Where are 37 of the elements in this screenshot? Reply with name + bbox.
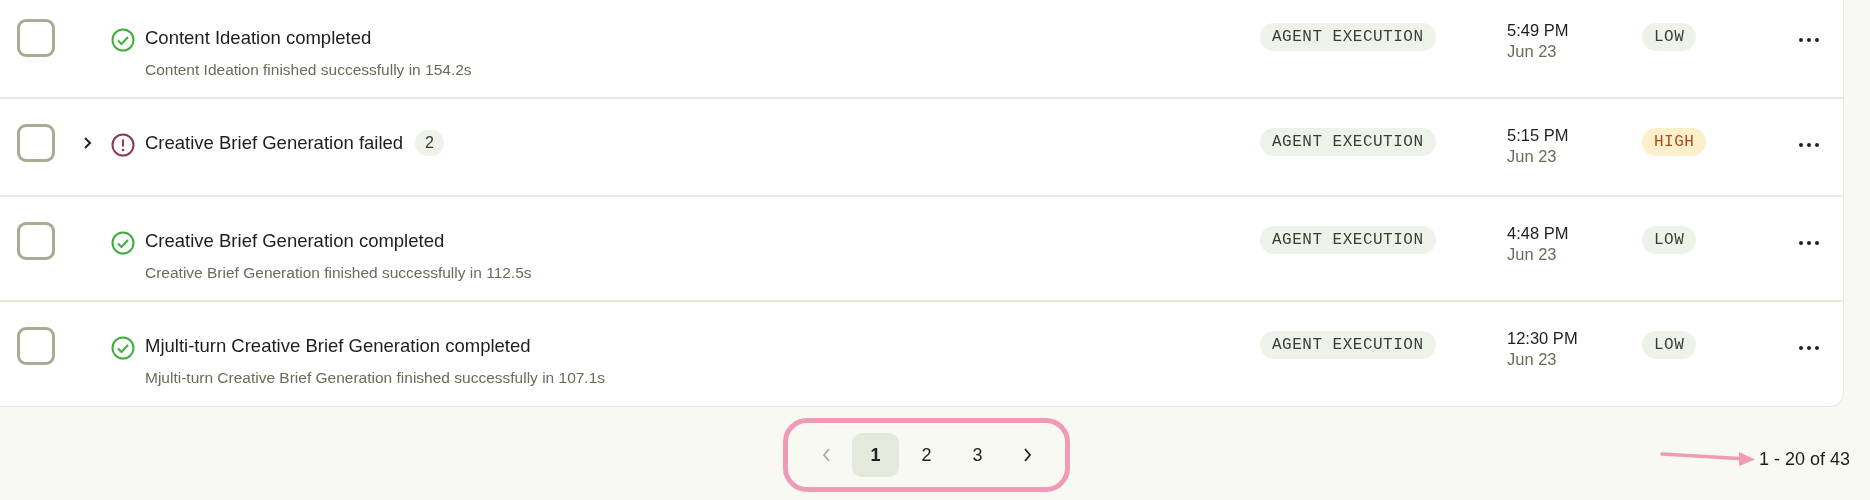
checkbox[interactable] [17, 19, 55, 57]
checkbox[interactable] [17, 124, 55, 162]
more-icon[interactable] [1798, 240, 1820, 246]
event-time: 5:49 PM [1507, 21, 1570, 40]
event-title: Content Ideation completed [145, 27, 372, 49]
type-tag: AGENT EXECUTION [1260, 331, 1436, 359]
type-tag: AGENT EXECUTION [1260, 128, 1436, 156]
type-tag: AGENT EXECUTION [1260, 226, 1436, 254]
priority-tag: HIGH [1642, 128, 1707, 156]
event-time: 4:48 PM [1507, 224, 1570, 243]
event-description: Content Ideation finished successfully in 154.2s [145, 61, 473, 79]
checkbox[interactable] [17, 327, 55, 365]
event-time: 12:30 PM [1507, 329, 1579, 348]
priority-tag: LOW [1642, 226, 1697, 254]
page-button[interactable]: 1 [852, 433, 899, 477]
event-date: Jun 23 [1507, 147, 1558, 166]
event-time: 5:15 PM [1507, 126, 1570, 145]
more-icon[interactable] [1798, 37, 1820, 43]
event-date: Jun 23 [1507, 42, 1558, 61]
priority-tag: LOW [1642, 23, 1697, 51]
more-icon[interactable] [1798, 142, 1820, 148]
page-button[interactable]: 3 [954, 433, 1001, 477]
type-tag: AGENT EXECUTION [1260, 23, 1436, 51]
priority-tag: LOW [1642, 331, 1697, 359]
chevron-right-icon[interactable] [1021, 447, 1033, 463]
page-button[interactable]: 2 [903, 433, 950, 477]
event-date: Jun 23 [1507, 245, 1558, 264]
event-description: Mjulti-turn Creative Brief Generation finished successfully in 107.1s [145, 369, 607, 387]
event-description: Creative Brief Generation finished successfully in 112.5s [145, 264, 533, 282]
checkbox[interactable] [17, 222, 55, 260]
event-title: Creative Brief Generation failed [145, 132, 404, 154]
event-title: Mjulti-turn Creative Brief Generation completed [145, 335, 531, 357]
event-date: Jun 23 [1507, 350, 1558, 369]
page-range: 1 - 20 of 43 [1758, 448, 1850, 470]
event-title: Creative Brief Generation completed [145, 230, 445, 252]
more-icon[interactable] [1798, 345, 1820, 351]
count-badge: 2 [415, 130, 444, 156]
